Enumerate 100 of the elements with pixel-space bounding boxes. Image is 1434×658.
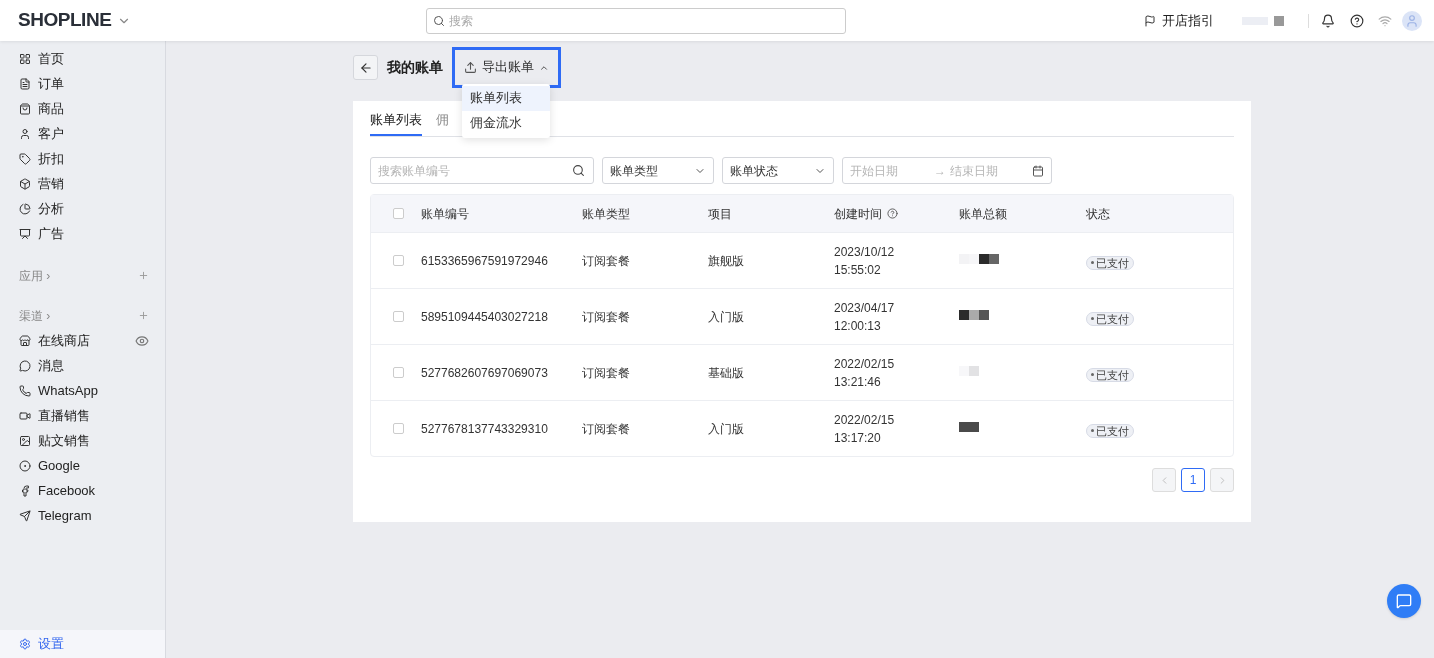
video-icon bbox=[19, 409, 31, 422]
image-icon bbox=[19, 434, 31, 447]
table-cell-text: 订阅套餐 bbox=[582, 252, 631, 270]
table-cell-text: 2022/02/15 bbox=[834, 411, 896, 429]
table-cell-text: 2023/04/17 bbox=[834, 299, 896, 317]
start-date-field[interactable]: 开始日期 bbox=[850, 161, 930, 180]
redacted-amount bbox=[959, 309, 989, 320]
table-cell-text: 13:17:20 bbox=[834, 429, 882, 447]
tab[interactable]: 佣 bbox=[436, 109, 449, 136]
redacted-amount bbox=[959, 421, 979, 432]
column-header: 创建时间 bbox=[834, 205, 882, 223]
gear-icon bbox=[19, 638, 31, 650]
table-cell-text: 13:21:46 bbox=[834, 373, 882, 391]
notification-icon[interactable] bbox=[1321, 13, 1335, 28]
send-icon bbox=[19, 509, 31, 522]
search-icon bbox=[433, 14, 445, 27]
presentation-icon bbox=[19, 227, 31, 240]
column-header: 项目 bbox=[708, 205, 732, 223]
grid-icon bbox=[19, 52, 31, 65]
table-cell-text: 2023/10/12 bbox=[834, 243, 896, 261]
settings-item[interactable]: 设置 bbox=[0, 630, 165, 658]
table-cell-text: 基础版 bbox=[708, 364, 745, 382]
tab[interactable]: 账单列表 bbox=[370, 109, 422, 136]
back-button[interactable] bbox=[353, 55, 378, 80]
table-cell-text: 5895109445403027218 bbox=[421, 308, 549, 326]
sidebar-item[interactable]: Facebook bbox=[38, 480, 96, 501]
logo[interactable]: SHOPLINE bbox=[18, 6, 112, 35]
table-cell-text: 订阅套餐 bbox=[582, 364, 631, 382]
sidebar-item[interactable]: 订单 bbox=[38, 73, 64, 94]
type-select[interactable]: 账单类型 bbox=[602, 157, 714, 184]
sidebar-item[interactable]: 商品 bbox=[38, 98, 64, 119]
add-icon[interactable] bbox=[138, 310, 149, 321]
guide-link[interactable]: 开店指引 bbox=[1162, 10, 1214, 31]
calendar-icon[interactable] bbox=[1032, 164, 1044, 177]
sidebar-item[interactable]: 广告 bbox=[38, 223, 64, 244]
sidebar-item[interactable]: 在线商店 bbox=[38, 330, 90, 351]
eye-icon[interactable] bbox=[135, 333, 149, 348]
pie-chart-icon bbox=[19, 202, 31, 215]
select-all-checkbox[interactable] bbox=[393, 208, 404, 219]
sidebar-item[interactable]: 首页 bbox=[38, 48, 64, 69]
table-cell-text: 5277682607697069073 bbox=[421, 364, 549, 382]
status-badge: 已支付 bbox=[1086, 255, 1134, 270]
bag-icon bbox=[19, 102, 31, 115]
chat-icon bbox=[1396, 593, 1412, 609]
table-cell-text: 旗舰版 bbox=[708, 252, 745, 270]
status-badge: 已支付 bbox=[1086, 423, 1134, 438]
chat-button[interactable] bbox=[1387, 584, 1421, 618]
menu-item[interactable]: 账单列表 bbox=[462, 86, 550, 111]
search-icon bbox=[572, 164, 585, 177]
status-badge: 已支付 bbox=[1086, 311, 1134, 326]
help-icon[interactable] bbox=[1350, 13, 1364, 28]
sidebar-item[interactable]: 消息 bbox=[38, 355, 64, 376]
column-header: 账单总额 bbox=[959, 205, 1007, 223]
status-badge: 已支付 bbox=[1086, 367, 1134, 382]
table-cell-text: 6153365967591972946 bbox=[421, 252, 549, 270]
row-checkbox[interactable] bbox=[393, 367, 404, 378]
page-title: 我的账单 bbox=[387, 58, 443, 77]
row-checkbox[interactable] bbox=[393, 255, 404, 266]
column-header: 账单编号 bbox=[421, 205, 469, 223]
chat-icon bbox=[19, 359, 31, 372]
sidebar-item[interactable]: 直播销售 bbox=[38, 405, 90, 426]
page-button[interactable]: 1 bbox=[1181, 468, 1205, 492]
sidebar-item[interactable]: 贴文销售 bbox=[38, 430, 90, 451]
document-icon bbox=[19, 77, 31, 90]
redacted-amount bbox=[959, 365, 979, 376]
bill-search-field[interactable]: 搜索账单编号 bbox=[370, 157, 594, 184]
sidebar-item[interactable]: 分析 bbox=[38, 198, 64, 219]
table-cell-text: 15:55:02 bbox=[834, 261, 882, 279]
end-date-field[interactable]: 结束日期 bbox=[950, 161, 1030, 180]
menu-item[interactable]: 佣金流水 bbox=[462, 111, 550, 136]
person-icon bbox=[1405, 13, 1419, 28]
sidebar-item[interactable]: 客户 bbox=[38, 123, 64, 144]
table-cell-text: 订阅套餐 bbox=[582, 308, 631, 326]
person-icon bbox=[19, 127, 31, 140]
previous-page-button[interactable] bbox=[1152, 468, 1176, 492]
row-checkbox[interactable] bbox=[393, 311, 404, 322]
table-cell-text: 入门版 bbox=[708, 308, 745, 326]
tag-icon bbox=[19, 152, 31, 165]
flag-icon bbox=[1144, 14, 1156, 27]
sidebar-item[interactable]: WhatsApp bbox=[38, 380, 98, 401]
wifi-icon bbox=[1378, 13, 1392, 28]
avatar[interactable] bbox=[1402, 10, 1422, 31]
sidebar-item[interactable]: 营销 bbox=[38, 173, 64, 194]
table-cell-text: 2022/02/15 bbox=[834, 355, 896, 373]
next-page-button[interactable] bbox=[1210, 468, 1234, 492]
row-checkbox[interactable] bbox=[393, 423, 404, 434]
sidebar-item[interactable]: 折扣 bbox=[38, 148, 64, 169]
phone-icon bbox=[19, 384, 31, 397]
column-header: 状态 bbox=[1086, 205, 1110, 223]
table-cell-text: 订阅套餐 bbox=[582, 420, 631, 438]
sidebar-item[interactable]: Telegram bbox=[38, 505, 92, 526]
cube-icon bbox=[19, 177, 31, 190]
search-field[interactable]: 搜索 bbox=[426, 7, 846, 34]
status-select[interactable]: 账单状态 bbox=[722, 157, 834, 184]
add-icon[interactable] bbox=[138, 270, 149, 281]
column-header: 账单类型 bbox=[582, 205, 630, 223]
account-name-redacted bbox=[1242, 15, 1284, 26]
store-icon bbox=[19, 334, 31, 347]
sidebar-item[interactable]: Google bbox=[38, 455, 80, 476]
circle-icon bbox=[19, 459, 31, 472]
